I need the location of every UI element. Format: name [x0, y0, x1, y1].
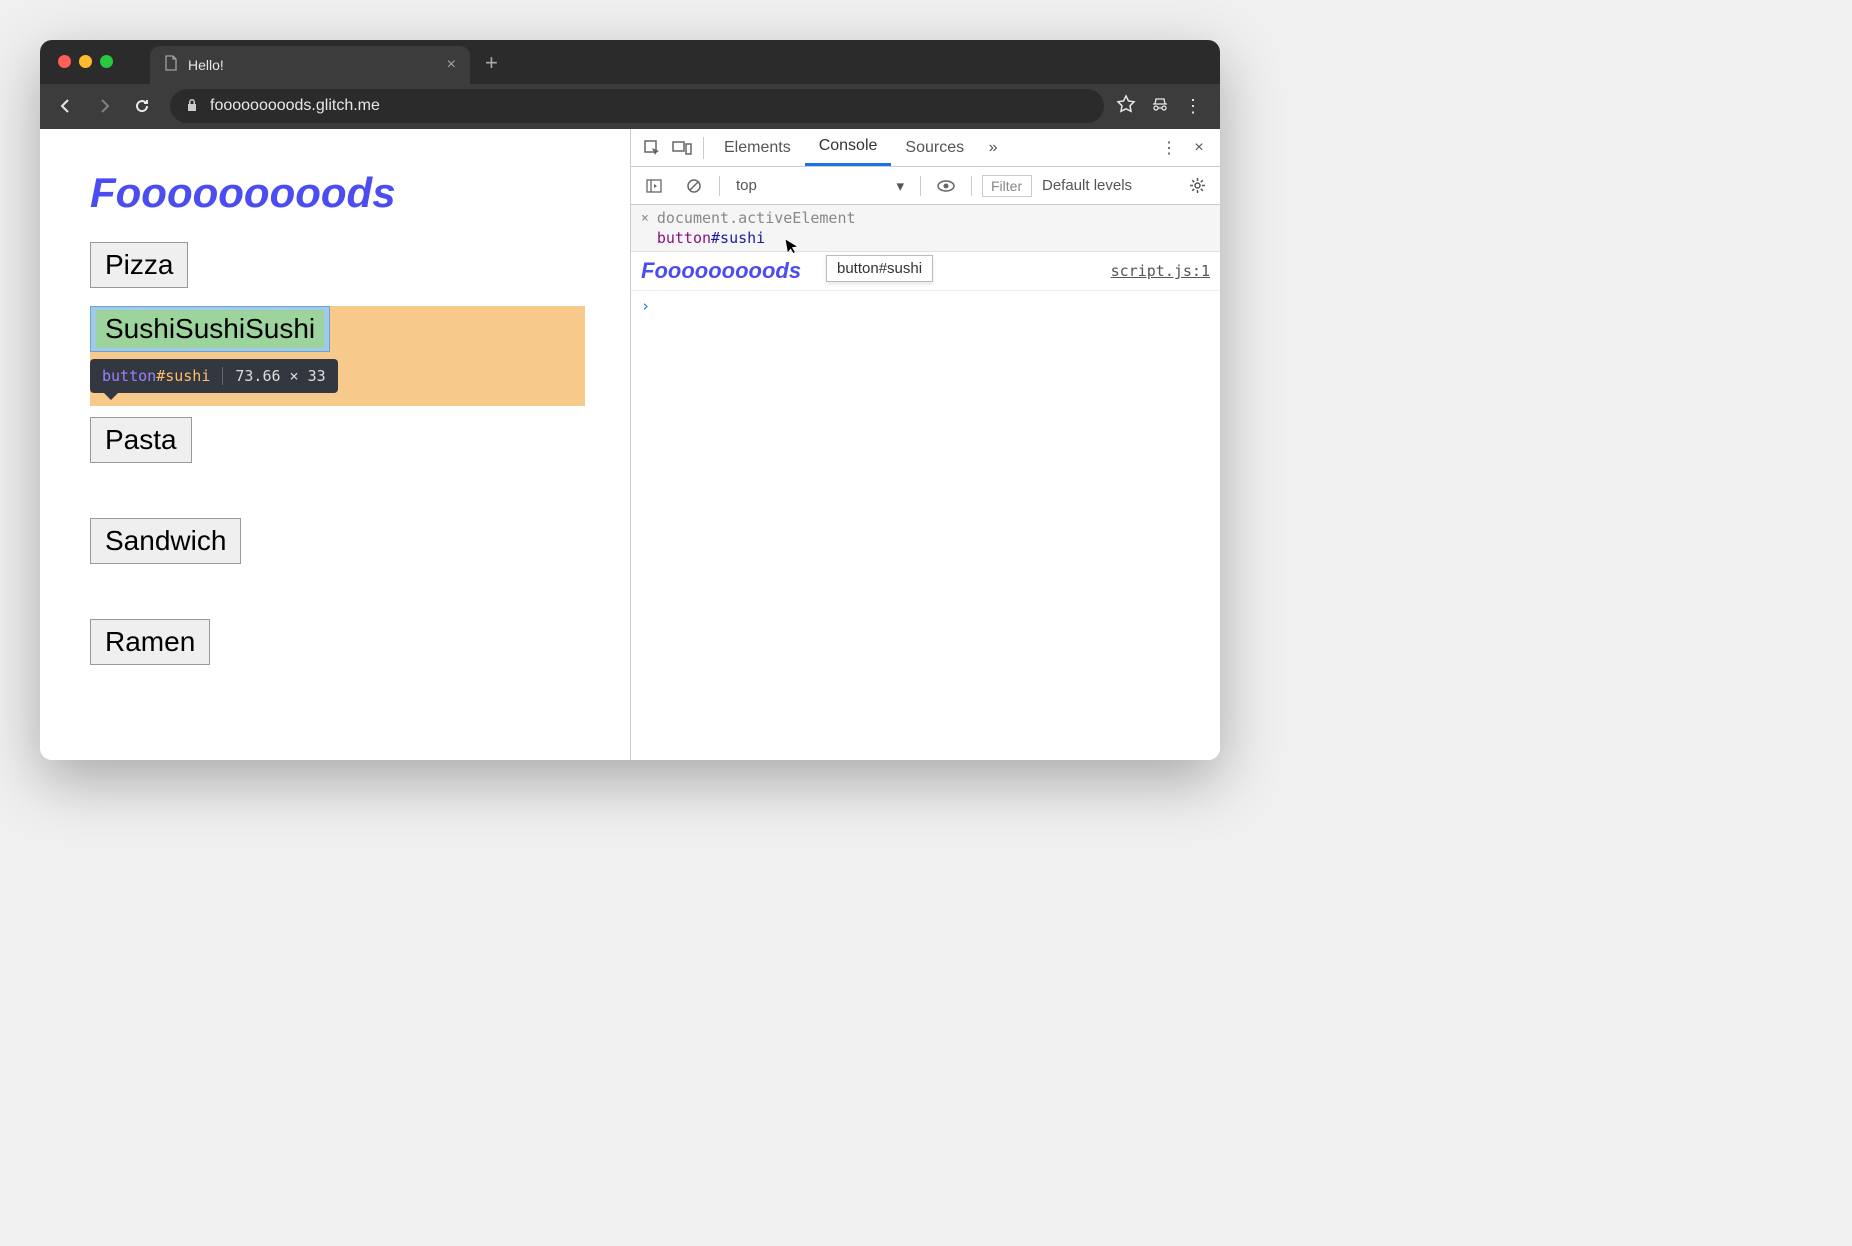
lock-icon — [186, 98, 198, 115]
settings-icon[interactable] — [1182, 171, 1212, 201]
browser-tab[interactable]: Hello! × — [150, 46, 470, 84]
device-icon[interactable] — [667, 133, 697, 163]
page-heading: Fooooooooods — [90, 169, 580, 217]
page-icon — [164, 55, 178, 74]
inspector-tooltip: button#sushi 73.66 × 33 — [90, 359, 338, 393]
ramen-button[interactable]: Ramen — [90, 619, 210, 665]
pasta-button[interactable]: Pasta — [90, 417, 192, 463]
browser-window: Hello! × + fooooooooods.glitch.me — [40, 40, 1220, 760]
remove-expression-icon[interactable]: × — [641, 211, 649, 226]
expression-text: document.activeElement — [657, 209, 856, 227]
new-tab-button[interactable]: + — [485, 50, 498, 76]
inspect-icon[interactable] — [637, 133, 667, 163]
console-toolbar: top ▾ Filter Default levels — [631, 167, 1220, 205]
more-tabs-icon[interactable]: » — [978, 133, 1008, 163]
console-output: × document.activeElement button#sushi bu… — [631, 205, 1220, 760]
log-source-link[interactable]: script.js:1 — [1111, 262, 1210, 280]
filter-input[interactable]: Filter — [982, 175, 1032, 197]
tab-sources[interactable]: Sources — [891, 129, 978, 166]
window-controls — [40, 55, 113, 68]
tooltip-selector: button#sushi — [102, 367, 210, 385]
log-levels[interactable]: Default levels — [1042, 177, 1132, 194]
devtools-panel: Elements Console Sources » ⋮ × top ▾ — [630, 129, 1220, 760]
console-prompt[interactable]: › — [631, 291, 1220, 321]
maximize-window-button[interactable] — [100, 55, 113, 68]
chevron-down-icon: ▾ — [896, 177, 904, 195]
close-window-button[interactable] — [58, 55, 71, 68]
sidebar-toggle-icon[interactable] — [639, 171, 669, 201]
webpage: Fooooooooods Pizza button#sushi 73.66 × … — [40, 129, 630, 760]
back-button[interactable] — [50, 90, 82, 122]
sushi-button[interactable]: SushiSushiSushi — [90, 306, 330, 352]
star-icon[interactable] — [1116, 94, 1136, 119]
minimize-window-button[interactable] — [79, 55, 92, 68]
log-message: Fooooooooods — [641, 258, 801, 284]
titlebar: Hello! × + — [40, 40, 1220, 84]
forward-button[interactable] — [88, 90, 120, 122]
url-text: fooooooooods.glitch.me — [210, 97, 380, 115]
context-selector[interactable]: top ▾ — [730, 177, 910, 195]
sandwich-button[interactable]: Sandwich — [90, 518, 241, 564]
menu-icon[interactable]: ⋮ — [1184, 96, 1202, 117]
tooltip-dimensions: 73.66 × 33 — [235, 367, 325, 385]
tab-console[interactable]: Console — [805, 129, 892, 166]
element-hover-tooltip: button#sushi — [826, 255, 933, 282]
clear-console-icon[interactable] — [679, 171, 709, 201]
tab-title: Hello! — [188, 57, 224, 73]
pizza-button[interactable]: Pizza — [90, 242, 188, 288]
content-area: Fooooooooods Pizza button#sushi 73.66 × … — [40, 129, 1220, 760]
reload-button[interactable] — [126, 90, 158, 122]
close-tab-button[interactable]: × — [447, 56, 456, 74]
incognito-icon[interactable] — [1150, 94, 1170, 119]
live-expression-row[interactable]: × document.activeElement button#sushi — [631, 205, 1220, 252]
close-devtools-button[interactable]: × — [1184, 133, 1214, 163]
address-bar: fooooooooods.glitch.me ⋮ — [40, 84, 1220, 129]
url-input[interactable]: fooooooooods.glitch.me — [170, 89, 1104, 123]
tab-elements[interactable]: Elements — [710, 129, 805, 166]
element-highlight: SushiSushiSushi — [90, 306, 580, 352]
expression-result: button#sushi — [657, 229, 856, 247]
devtools-tabs: Elements Console Sources » ⋮ × — [631, 129, 1220, 167]
live-expression-icon[interactable] — [931, 171, 961, 201]
devtools-menu-icon[interactable]: ⋮ — [1154, 133, 1184, 163]
